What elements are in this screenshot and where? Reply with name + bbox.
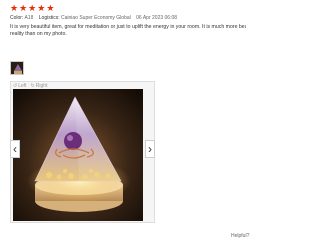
review-text: It is very beautiful item, great for med… [10, 24, 246, 38]
review-photo-thumbnail[interactable] [10, 61, 24, 75]
star-icon: ★ [19, 3, 28, 13]
logistics-value: Cainiao Super Economy Global [61, 15, 131, 21]
review-meta: Color: A18 Logistics: Cainiao Super Econ… [10, 15, 181, 21]
star-rating: ★ ★ ★ ★ ★ [10, 4, 54, 13]
next-image-button[interactable]: › [145, 140, 155, 158]
chevron-right-icon: › [148, 142, 152, 156]
chevron-left-icon: ‹ [13, 142, 17, 156]
star-icon: ★ [46, 3, 55, 13]
review-line: reality than on my photo. [10, 31, 67, 37]
star-icon: ★ [37, 3, 46, 13]
review-line: It is very beautiful item, great for med… [10, 24, 246, 30]
color-value: A18 [24, 15, 34, 21]
color-label: Color: [10, 15, 24, 21]
review-photo [13, 89, 143, 221]
logistics-label: Logistics: [38, 15, 60, 21]
star-icon: ★ [10, 3, 19, 13]
review-date: 06 Apr 2023 06:08 [136, 15, 178, 21]
previous-image-button[interactable]: ‹ [10, 140, 20, 158]
pyramid-photo [13, 89, 143, 221]
thumbnail-image [11, 62, 23, 74]
helpful-button[interactable]: Helpful? [231, 233, 249, 239]
star-icon: ★ [28, 3, 37, 13]
